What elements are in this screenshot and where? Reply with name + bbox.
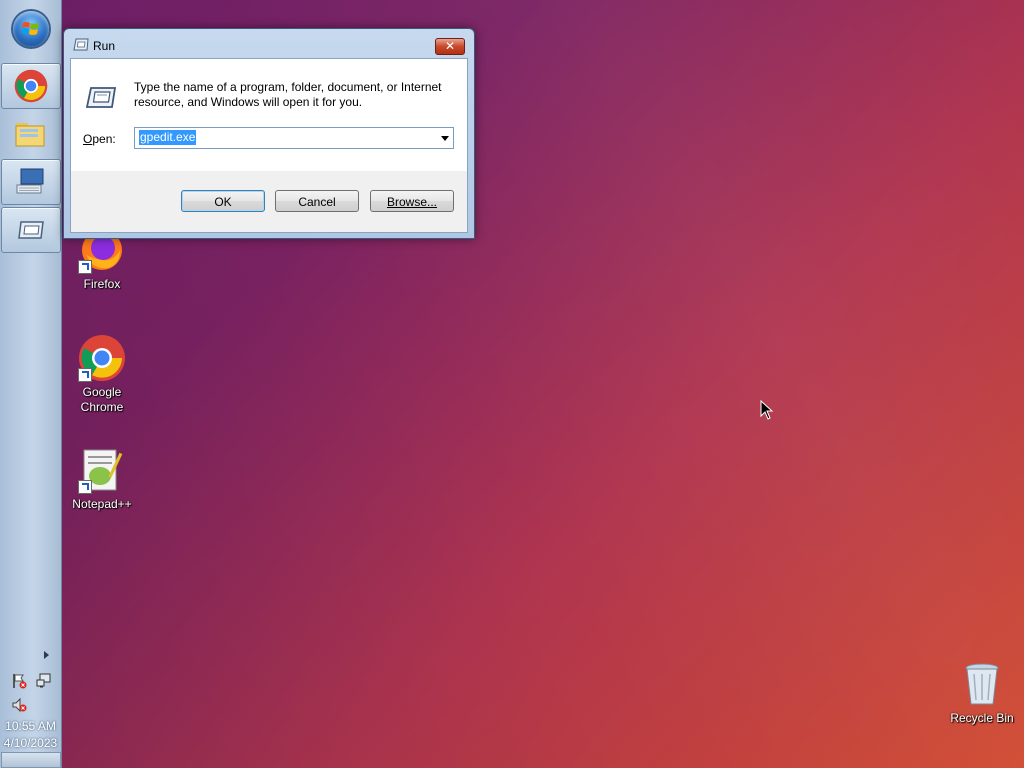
taskbar-chrome-button[interactable] bbox=[1, 63, 61, 109]
desktop-icon-recycle-bin[interactable]: Recycle Bin bbox=[942, 660, 1022, 726]
browse-label: Browse... bbox=[386, 195, 437, 209]
clock-date[interactable]: 4/10/2023 bbox=[0, 736, 61, 750]
windows-start-orb-icon[interactable] bbox=[13, 11, 49, 47]
dropdown-arrow-icon[interactable] bbox=[441, 136, 449, 141]
browse-button[interactable]: Browse... bbox=[370, 190, 454, 212]
desktop-icon-label: Firefox bbox=[83, 277, 121, 291]
keyboard-monitor-icon bbox=[16, 168, 44, 194]
notepadpp-icon bbox=[78, 446, 126, 494]
shortcut-arrow-icon bbox=[78, 368, 92, 382]
desktop-icon-label: Recycle Bin bbox=[950, 711, 1014, 725]
open-input-value[interactable]: gpedit.exe bbox=[139, 130, 197, 145]
mouse-cursor-icon bbox=[760, 400, 774, 420]
desktop-icon-label: Google Chrome bbox=[80, 385, 124, 414]
cancel-button[interactable]: Cancel bbox=[275, 190, 359, 212]
show-desktop-button[interactable] bbox=[1, 752, 61, 768]
chrome-icon bbox=[14, 69, 48, 103]
desktop: Firefox Google Chrome Notepad++ Recycle … bbox=[0, 0, 1024, 768]
taskbar-keyboard-button[interactable] bbox=[1, 159, 61, 205]
chrome-icon bbox=[78, 334, 126, 382]
run-icon bbox=[18, 221, 44, 239]
network-icon[interactable] bbox=[36, 673, 52, 689]
taskbar: 10:55 AM 4/10/2023 bbox=[0, 0, 62, 768]
run-dialog: Run ✕ Type the name of a program, folder… bbox=[63, 28, 475, 239]
desktop-icon-google-chrome[interactable]: Google Chrome bbox=[62, 334, 142, 415]
desktop-icon-label: Notepad++ bbox=[72, 497, 132, 511]
folder-icon bbox=[15, 123, 45, 147]
open-label: Open: bbox=[83, 132, 116, 146]
close-button[interactable]: ✕ bbox=[435, 38, 465, 55]
taskbar-explorer-button[interactable] bbox=[1, 112, 59, 156]
run-icon bbox=[85, 87, 117, 108]
action-center-flag-icon[interactable] bbox=[11, 673, 27, 689]
run-description: Type the name of a program, folder, docu… bbox=[134, 80, 442, 109]
dialog-client-area: Type the name of a program, folder, docu… bbox=[70, 58, 468, 233]
show-hidden-icons-arrow-icon[interactable] bbox=[44, 651, 49, 659]
ok-button[interactable]: OK bbox=[181, 190, 265, 212]
shortcut-arrow-icon bbox=[78, 480, 92, 494]
window-title: Run bbox=[93, 39, 116, 53]
desktop-icon-notepadpp[interactable]: Notepad++ bbox=[62, 446, 142, 512]
run-icon bbox=[73, 38, 89, 51]
volume-muted-icon[interactable] bbox=[11, 697, 27, 713]
open-combobox[interactable]: gpedit.exe bbox=[134, 127, 454, 149]
shortcut-arrow-icon bbox=[78, 260, 92, 274]
open-label-text: pen: bbox=[92, 132, 116, 146]
clock-time[interactable]: 10:55 AM bbox=[0, 719, 61, 733]
open-label-accelerator: O bbox=[83, 132, 93, 146]
recycle-bin-icon bbox=[958, 660, 1006, 708]
taskbar-run-button[interactable] bbox=[1, 207, 61, 253]
